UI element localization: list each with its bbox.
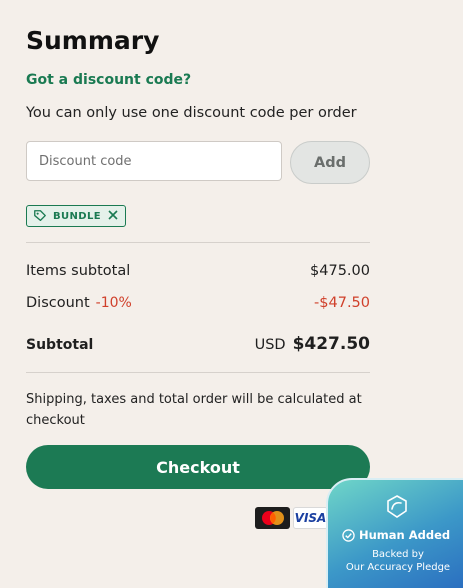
subtotal-label: Subtotal	[26, 337, 94, 353]
remove-discount-icon[interactable]	[107, 209, 119, 223]
badge-line-1: Backed by	[372, 549, 424, 560]
checkout-button[interactable]: Checkout	[26, 445, 370, 489]
badge-title: Human Added	[359, 528, 451, 542]
badge-subtitle: Backed by Our Accuracy Pledge	[328, 548, 463, 574]
items-subtotal-value: $475.00	[310, 263, 370, 279]
add-discount-button[interactable]: Add	[290, 141, 370, 184]
discount-note: You can only use one discount code per o…	[26, 105, 357, 121]
discount-row: Discount -10% -$47.50	[26, 295, 370, 311]
discount-code-input[interactable]	[26, 141, 282, 181]
discount-label: Discount	[26, 295, 90, 311]
discount-label-group: Discount -10%	[26, 295, 132, 311]
applied-discount-code: BUNDLE	[53, 210, 102, 222]
items-subtotal-row: Items subtotal $475.00	[26, 263, 370, 279]
divider	[26, 242, 370, 243]
summary-title: Summary	[26, 26, 160, 55]
badge-title-row: Human Added	[342, 528, 450, 542]
discount-percent: -10%	[95, 295, 132, 311]
subtotal-row: Subtotal USD $427.50	[26, 334, 370, 354]
items-subtotal-label: Items subtotal	[26, 263, 131, 279]
mastercard-icon	[255, 507, 290, 529]
badge-logo-icon	[387, 495, 407, 518]
visa-label: VISA	[294, 511, 327, 525]
divider	[26, 372, 370, 373]
discount-value: -$47.50	[314, 295, 370, 311]
accuracy-pledge-badge[interactable]: Human Added Backed by Our Accuracy Pledg…	[326, 478, 463, 588]
shipping-note: Shipping, taxes and total order will be …	[26, 392, 362, 428]
tag-icon	[34, 210, 46, 222]
check-circle-icon	[342, 528, 355, 542]
discount-code-link[interactable]: Got a discount code?	[26, 72, 191, 88]
applied-discount-tag: BUNDLE	[26, 205, 127, 227]
currency-code: USD	[254, 337, 286, 353]
visa-icon: VISA	[293, 507, 328, 529]
subtotal-value: $427.50	[292, 334, 370, 354]
badge-line-2: Our Accuracy Pledge	[345, 562, 451, 573]
subtotal-value-group: USD $427.50	[255, 334, 370, 354]
